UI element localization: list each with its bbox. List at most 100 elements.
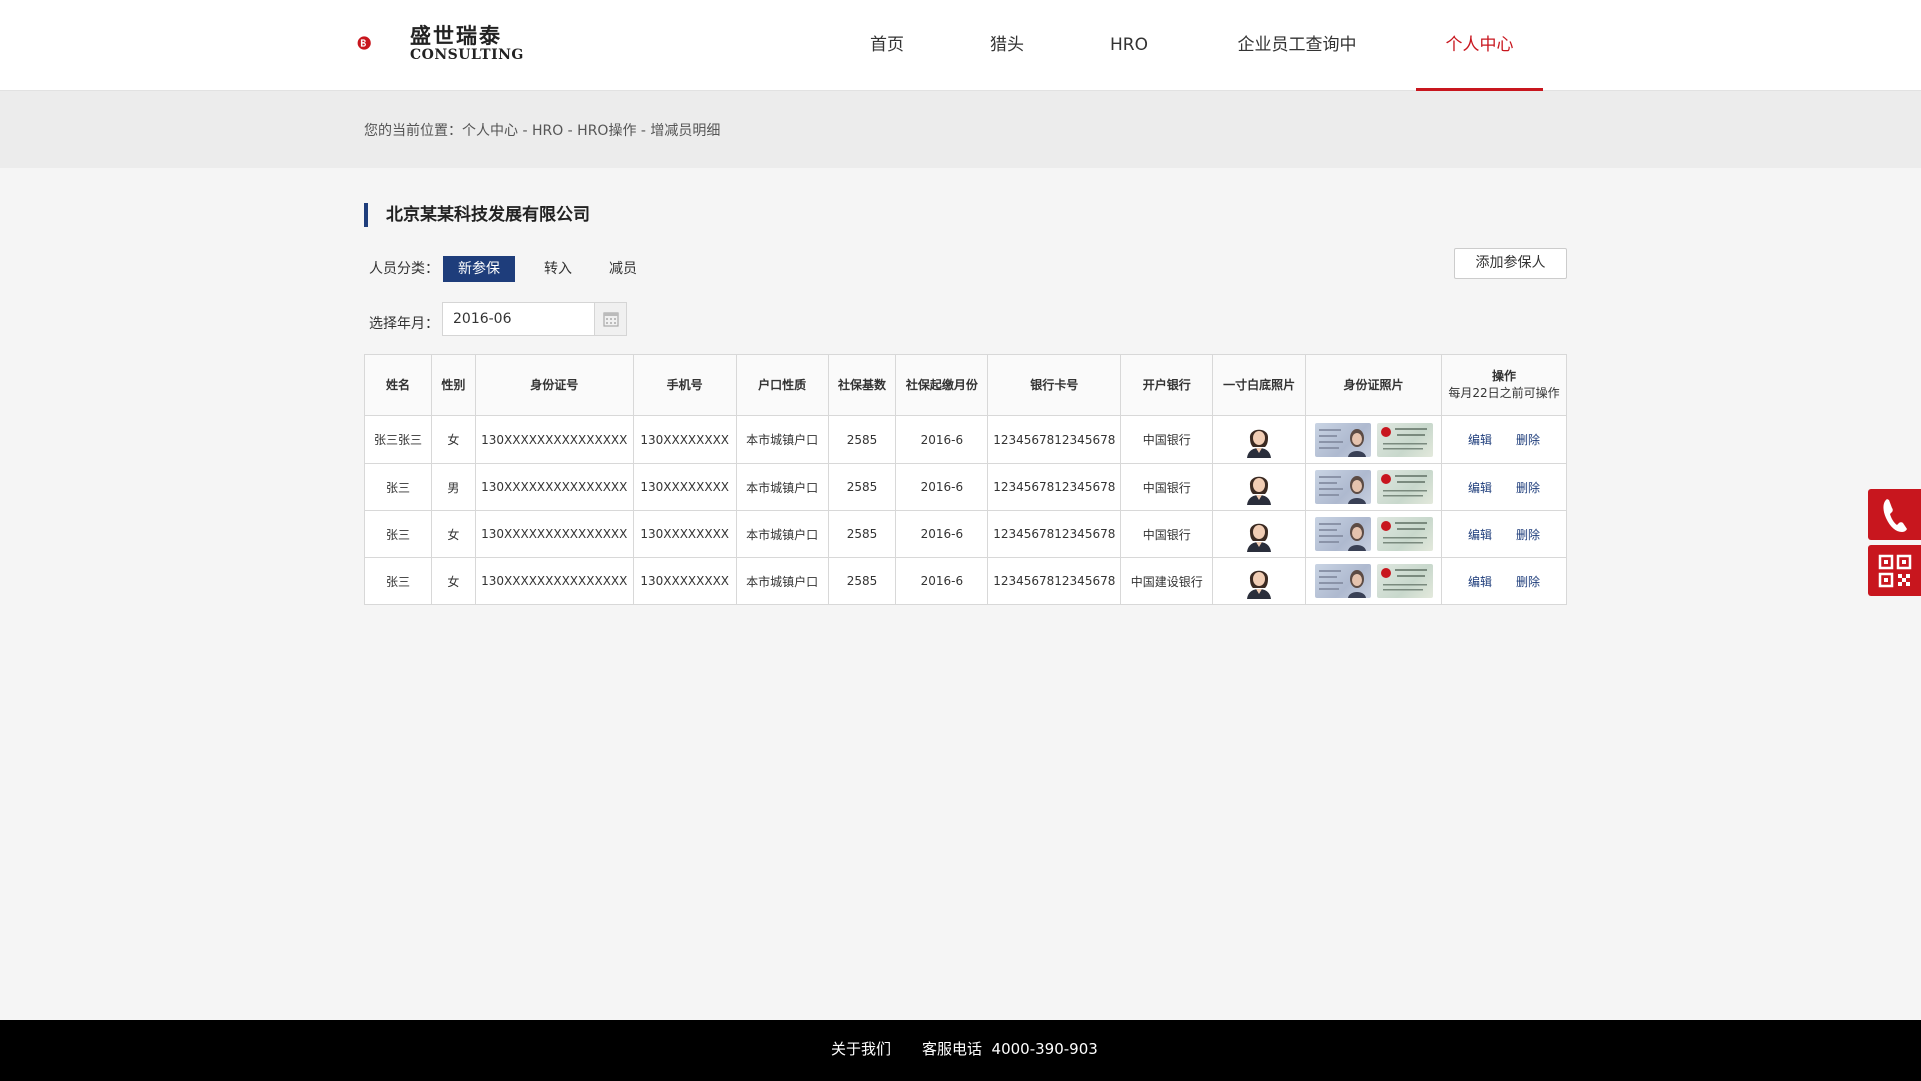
cell-photo: [1212, 415, 1307, 464]
phone-button[interactable]: [1868, 489, 1921, 540]
cell-id-photo: [1305, 415, 1442, 464]
calendar-icon: [602, 312, 619, 327]
delete-link[interactable]: 删除: [1516, 528, 1540, 542]
id-card-front-image[interactable]: [1314, 470, 1371, 504]
id-card-front-image[interactable]: [1314, 564, 1371, 598]
add-insured-button[interactable]: 添加参保人: [1454, 248, 1567, 279]
brand-logo[interactable]: [357, 19, 405, 67]
cell-name: 张三: [364, 557, 432, 605]
cell-gender: 男: [430, 463, 476, 511]
cell-start-month: 2016-6: [895, 415, 989, 464]
brand-name-cn: 盛世瑞泰: [410, 23, 502, 48]
category-reduction[interactable]: 减员: [598, 256, 648, 282]
cell-phone: 130XXXXXXXX: [632, 557, 737, 605]
calendar-button[interactable]: [594, 302, 627, 336]
cell-bank-card: 1234567812345678: [987, 557, 1122, 605]
id-card-back-image[interactable]: [1376, 470, 1433, 504]
cell-gender: 女: [430, 510, 476, 558]
insured-table: 姓名 性别 身份证号 手机号 户口性质 社保基数 社保起缴月份 银行卡号 开户银…: [364, 354, 1568, 605]
cell-id-number: 130XXXXXXXXXXXXXXX: [474, 415, 634, 464]
cell-hukou: 本市城镇户口: [735, 510, 829, 558]
id-card-front-image[interactable]: [1314, 517, 1371, 551]
cell-id-photo: [1305, 557, 1442, 605]
delete-link[interactable]: 删除: [1516, 481, 1540, 495]
cell-phone: 130XXXXXXXX: [632, 463, 737, 511]
nav-home[interactable]: 首页: [859, 0, 915, 91]
delete-link[interactable]: 删除: [1516, 433, 1540, 447]
cell-base: 2585: [827, 463, 897, 511]
cell-hukou: 本市城镇户口: [735, 463, 829, 511]
nav-employee-query-center[interactable]: 企业员工查询中心: [1232, 0, 1362, 145]
cell-id-photo: [1305, 510, 1442, 558]
operation-note: 每月22日之前可操作: [1448, 386, 1560, 400]
cell-operation: 编辑 删除: [1440, 463, 1568, 511]
breadcrumb-band: 您的当前位置：个人中心 - HRO - HRO操作 - 增减员明细: [0, 91, 1921, 168]
main-content: 北京某某科技发展有限公司 人员分类： 新参保 转入 减员 添加参保人 选择年月：…: [0, 168, 1921, 1020]
id-card-back-image[interactable]: [1376, 564, 1433, 598]
col-bank-card: 银行卡号: [987, 354, 1122, 416]
footer-service-phone: 客服电话 4000-390-903: [922, 1040, 1098, 1058]
cell-operation: 编辑 删除: [1440, 510, 1568, 558]
cell-phone: 130XXXXXXXX: [632, 415, 737, 464]
col-id-photo: 身份证照片: [1305, 354, 1442, 416]
nav-headhunting[interactable]: 猎头: [989, 0, 1025, 91]
nav-personal-center[interactable]: 个人中心: [1416, 0, 1543, 91]
cell-hukou: 本市城镇户口: [735, 557, 829, 605]
col-photo: 一寸白底照片: [1212, 354, 1307, 416]
nav-hro[interactable]: HRO: [1108, 0, 1150, 91]
cell-operation: 编辑 删除: [1440, 557, 1568, 605]
cell-bank: 中国银行: [1120, 510, 1214, 558]
category-new-insured[interactable]: 新参保: [443, 256, 515, 282]
cell-bank: 中国银行: [1120, 463, 1214, 511]
cell-operation: 编辑 删除: [1440, 415, 1568, 464]
id-card-back-image[interactable]: [1376, 422, 1433, 457]
id-card-back-image[interactable]: [1376, 517, 1433, 551]
delete-link[interactable]: 删除: [1516, 575, 1540, 589]
cell-photo: [1212, 557, 1307, 605]
edit-link[interactable]: 编辑: [1468, 528, 1492, 542]
cell-base: 2585: [827, 557, 897, 605]
company-title: 北京某某科技发展有限公司: [364, 203, 590, 227]
qrcode-button[interactable]: [1868, 545, 1921, 596]
cell-bank: 中国银行: [1120, 415, 1214, 464]
edit-link[interactable]: 编辑: [1468, 433, 1492, 447]
cell-id-number: 130XXXXXXXXXXXXXXX: [474, 557, 634, 605]
edit-link[interactable]: 编辑: [1468, 481, 1492, 495]
cell-bank-card: 1234567812345678: [987, 510, 1122, 558]
table-row: 张三女 130XXXXXXXXXXXXXXX 130XXXXXXXX 本市城镇户口 25…: [364, 510, 1568, 558]
col-hukou: 户口性质: [735, 354, 829, 416]
cell-start-month: 2016-6: [895, 510, 989, 558]
portrait-photo-icon[interactable]: [1244, 421, 1275, 458]
cell-name: 张三张三: [364, 415, 432, 464]
col-phone: 手机号: [632, 354, 737, 416]
phone-icon: [1882, 498, 1907, 532]
table-row: 张三张三女 130XXXXXXXXXXXXXXX 130XXXXXXXX 本市城镇户口…: [364, 415, 1568, 464]
col-id-number: 身份证号: [474, 354, 634, 416]
portrait-photo-icon[interactable]: [1244, 516, 1275, 552]
id-card-front-image[interactable]: [1314, 422, 1371, 457]
col-start-month: 社保起缴月份: [895, 354, 989, 416]
cell-photo: [1212, 510, 1307, 558]
brand-name-en: CONSULTING: [410, 47, 524, 63]
cell-gender: 女: [430, 557, 476, 605]
site-footer: 关于我们 客服电话 4000-390-903: [0, 1020, 1921, 1081]
portrait-photo-icon[interactable]: [1244, 563, 1275, 599]
cell-id-number: 130XXXXXXXXXXXXXXX: [474, 463, 634, 511]
category-transfer-in[interactable]: 转入: [533, 256, 583, 282]
cell-bank-card: 1234567812345678: [987, 463, 1122, 511]
edit-link[interactable]: 编辑: [1468, 575, 1492, 589]
site-header: 盛世瑞泰 CONSULTING 首页 猎头 HRO 企业员工查询中心 个人中心: [0, 0, 1921, 145]
col-operation: 操作 每月22日之前可操作: [1440, 354, 1568, 416]
year-month-input[interactable]: [442, 302, 595, 336]
cell-bank-card: 1234567812345678: [987, 415, 1122, 464]
col-name: 姓名: [364, 354, 432, 416]
cell-hukou: 本市城镇户口: [735, 415, 829, 464]
footer-about-link[interactable]: 关于我们: [831, 1020, 891, 1078]
cell-photo: [1212, 463, 1307, 511]
table-row: 张三男 130XXXXXXXXXXXXXXX 130XXXXXXXX 本市城镇户口 25…: [364, 463, 1568, 511]
portrait-photo-icon[interactable]: [1244, 469, 1275, 505]
cell-base: 2585: [827, 510, 897, 558]
operation-header: 操作: [1491, 369, 1516, 383]
category-label: 人员分类：: [369, 261, 439, 277]
cell-name: 张三: [364, 510, 432, 558]
